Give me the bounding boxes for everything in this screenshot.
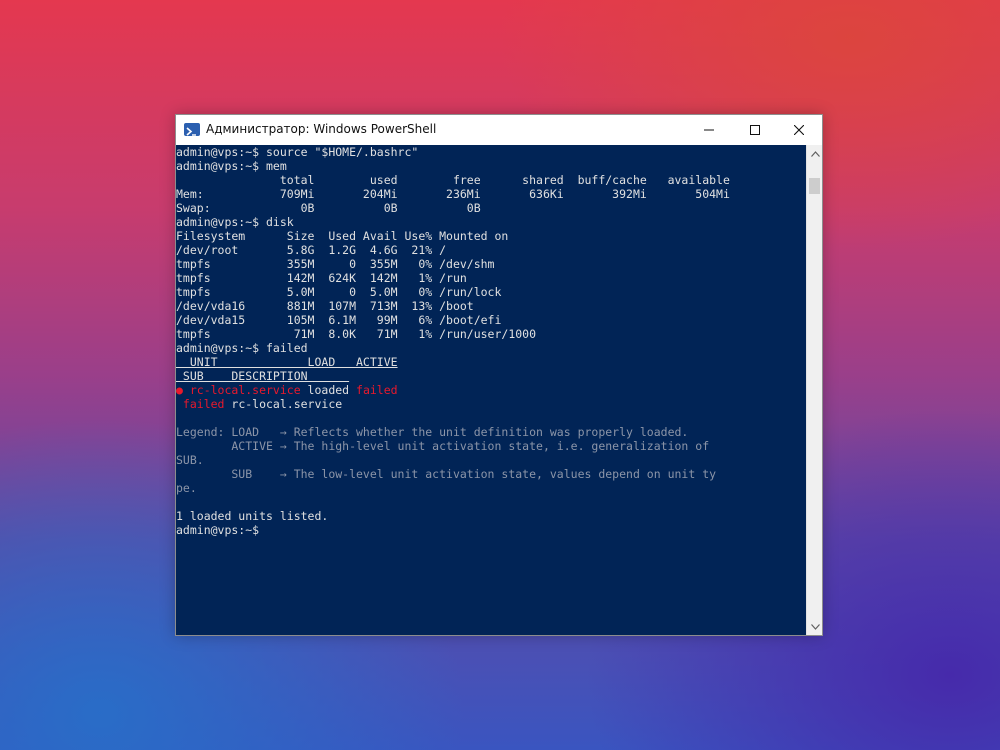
maximize-button[interactable] <box>732 115 778 145</box>
unit-sub-state: failed <box>176 397 225 411</box>
desktop: { "window": { "title": "Администратор: W… <box>0 0 1000 750</box>
chevron-up-icon <box>810 150 820 157</box>
legend-line: pe. <box>176 481 197 495</box>
terminal-line: tmpfs 71M 8.0K 71M 1% /run/user/1000 <box>176 327 537 341</box>
terminal-line: Filesystem Size Used Avail Use% Mounted … <box>176 229 509 243</box>
powershell-window[interactable]: Администратор: Windows PowerShell admin@… <box>175 114 823 636</box>
failed-unit-name: ● rc-local.service <box>176 383 301 397</box>
unit-load-state: loaded <box>300 383 357 397</box>
table-header-line: SUB DESCRIPTION <box>176 369 350 383</box>
console-area[interactable]: admin@vps:~$ source "$HOME/.bashrc" admin… <box>176 145 806 635</box>
chevron-down-icon <box>810 623 820 630</box>
vertical-scrollbar[interactable] <box>806 145 822 635</box>
powershell-icon <box>184 123 200 136</box>
title-bar[interactable]: Администратор: Windows PowerShell <box>176 115 822 145</box>
unit-description: rc-local.service <box>224 397 343 411</box>
terminal-line: tmpfs 5.0M 0 5.0M 0% /run/lock <box>176 285 502 299</box>
legend-line: SUB. <box>176 453 204 467</box>
terminal-line: Mem: 709Mi 204Mi 236Mi 636Ki 392Mi 504Mi <box>176 187 730 201</box>
close-button[interactable] <box>776 115 822 145</box>
terminal-line: Swap: 0B 0B 0B <box>176 201 481 215</box>
terminal-line: 1 loaded units listed. <box>176 509 329 523</box>
scrollbar-thumb[interactable] <box>809 178 820 194</box>
window-title: Администратор: Windows PowerShell <box>206 122 437 136</box>
scroll-down-button[interactable] <box>807 618 823 635</box>
maximize-icon <box>750 125 760 135</box>
minimize-button[interactable] <box>686 115 732 145</box>
scroll-up-button[interactable] <box>807 145 823 162</box>
terminal-line: tmpfs 142M 624K 142M 1% /run <box>176 271 467 285</box>
terminal-line: admin@vps:~$ failed <box>176 341 308 355</box>
table-header-line: UNIT LOAD ACTIVE <box>176 355 398 369</box>
terminal-line: /dev/vda15 105M 6.1M 99M 6% /boot/efi <box>176 313 502 327</box>
terminal-line: admin@vps:~$ mem <box>176 159 287 173</box>
terminal-line: admin@vps:~$ source "$HOME/.bashrc" <box>176 145 419 159</box>
terminal-line: admin@vps:~$ disk <box>176 215 294 229</box>
terminal-line: total used free shared buff/cache availa… <box>176 173 730 187</box>
legend-line: ACTIVE → The high-level unit activation … <box>176 439 710 453</box>
terminal-line: /dev/root 5.8G 1.2G 4.6G 21% / <box>176 243 447 257</box>
close-icon <box>794 125 804 135</box>
terminal-output: admin@vps:~$ source "$HOME/.bashrc" admin… <box>176 145 730 537</box>
minimize-icon <box>704 129 714 131</box>
failed-unit-line: ● rc-local.service loaded failed <box>176 383 730 397</box>
terminal-line: /dev/vda16 881M 107M 713M 13% /boot <box>176 299 474 313</box>
legend-line: SUB → The low-level unit activation stat… <box>176 467 717 481</box>
failed-unit-line: failed rc-local.service <box>176 397 730 411</box>
legend-line: Legend: LOAD → Reflects whether the unit… <box>176 425 689 439</box>
unit-active-state: failed <box>356 383 398 397</box>
prompt-line: admin@vps:~$ <box>176 523 260 537</box>
terminal-line: tmpfs 355M 0 355M 0% /dev/shm <box>176 257 495 271</box>
